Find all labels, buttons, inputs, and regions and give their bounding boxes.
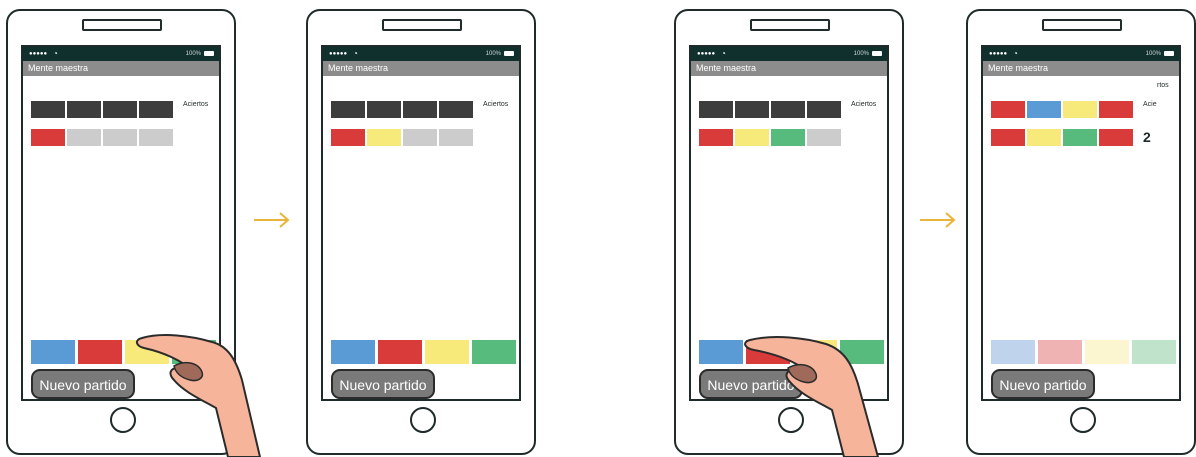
peg-slot [403,101,437,118]
hand-shape [136,334,262,457]
peg-slot [367,129,401,146]
app-title: Mente maestra [691,61,887,76]
palette-color-blue[interactable] [31,340,75,364]
new-game-button[interactable]: Nuevo partido [31,369,135,399]
peg-slot [1063,129,1097,146]
peg-slot [1099,129,1133,146]
peg-slot [139,129,173,146]
peg-slot [1099,101,1133,118]
status-bar: ●●●●● ◔ 100% [323,47,519,61]
peg-slot [991,129,1025,146]
signal-icon: ●●●●● [697,51,716,57]
wifi-icon: ◔ [721,49,726,58]
peg-slot [331,129,365,146]
battery-icon [204,51,214,56]
palette-color-red[interactable] [378,340,422,364]
peg-slot [439,101,473,118]
phone-frame-4: ●●●●● ◔ 100% Mente maestra rtos Acie 2 N… [966,9,1196,455]
home-button[interactable] [1070,407,1096,433]
new-game-button[interactable]: Nuevo partido [331,369,435,399]
color-palette[interactable] [331,340,516,364]
peg-slot [1027,101,1061,118]
hand-pointer-icon [136,334,262,457]
battery-label: 100% [853,51,869,57]
home-button[interactable] [410,407,436,433]
aciertos-label: Aciertos [483,101,509,108]
palette-color-blue[interactable] [991,340,1035,364]
wifi-icon: ◔ [353,49,358,58]
speaker-grille [382,19,462,31]
palette-color-red[interactable] [78,340,122,364]
battery-icon [872,51,882,56]
app-title: Mente maestra [23,61,219,76]
app-title: Mente maestra [323,61,519,76]
peg-slot [807,101,841,118]
battery-label: 100% [185,51,201,57]
peg-slot [67,101,101,118]
signal-icon: ●●●●● [29,51,48,57]
new-game-button[interactable]: Nuevo partido [991,369,1095,399]
battery-label: 100% [485,51,501,57]
hand-shape [744,336,880,457]
screen-4: ●●●●● ◔ 100% Mente maestra rtos Acie 2 N… [981,45,1181,401]
aciertos-label: Aciertos [851,101,877,108]
arrow-line [920,212,956,228]
peg-slot [1027,129,1061,146]
color-palette[interactable] [991,340,1176,364]
battery-icon [504,51,514,56]
palette-color-blue[interactable] [699,340,743,364]
palette-color-green[interactable] [1132,340,1176,364]
peg-slot [699,129,733,146]
phone-frame-2: ●●●●● ◔ 100% Mente maestra Aciertos Nuev… [306,9,536,455]
screen-2: ●●●●● ◔ 100% Mente maestra Aciertos Nuev… [321,45,521,401]
aciertos-overflow-label: rtos [1157,82,1169,89]
peg-slot [103,129,137,146]
speaker-grille [82,19,162,31]
hits-count: 2 [1143,129,1151,145]
app-title: Mente maestra [983,61,1179,76]
peg-slot [67,129,101,146]
peg-slot [403,129,437,146]
arrow-right-icon [920,212,956,228]
battery-label: 100% [1145,51,1161,57]
peg-slot [771,101,805,118]
peg-slot [771,129,805,146]
peg-slot [31,101,65,118]
status-bar: ●●●●● ◔ 100% [983,47,1179,61]
arrow-line [254,212,290,228]
status-bar: ●●●●● ◔ 100% [23,47,219,61]
peg-slot [439,129,473,146]
peg-slot [735,101,769,118]
hand-pointer-icon [744,336,880,457]
peg-slot [139,101,173,118]
signal-icon: ●●●●● [329,51,348,57]
wifi-icon: ◔ [1013,49,1018,58]
palette-color-yellow[interactable] [425,340,469,364]
battery-icon [1164,51,1174,56]
palette-color-green[interactable] [472,340,516,364]
peg-slot [31,129,65,146]
signal-icon: ●●●●● [989,51,1008,57]
status-bar: ●●●●● ◔ 100% [691,47,887,61]
peg-slot [331,101,365,118]
palette-color-blue[interactable] [331,340,375,364]
peg-slot [991,101,1025,118]
peg-slot [367,101,401,118]
peg-slot [807,129,841,146]
speaker-grille [750,19,830,31]
palette-color-red[interactable] [1038,340,1082,364]
peg-slot [699,101,733,118]
wifi-icon: ◔ [53,49,58,58]
palette-color-yellow[interactable] [1085,340,1129,364]
peg-slot [735,129,769,146]
speaker-grille [1042,19,1122,31]
aciertos-label: Aciertos [183,101,209,108]
peg-slot [1063,101,1097,118]
peg-slot [103,101,137,118]
aciertos-label: Acie [1143,101,1157,108]
arrow-right-icon [254,212,290,228]
